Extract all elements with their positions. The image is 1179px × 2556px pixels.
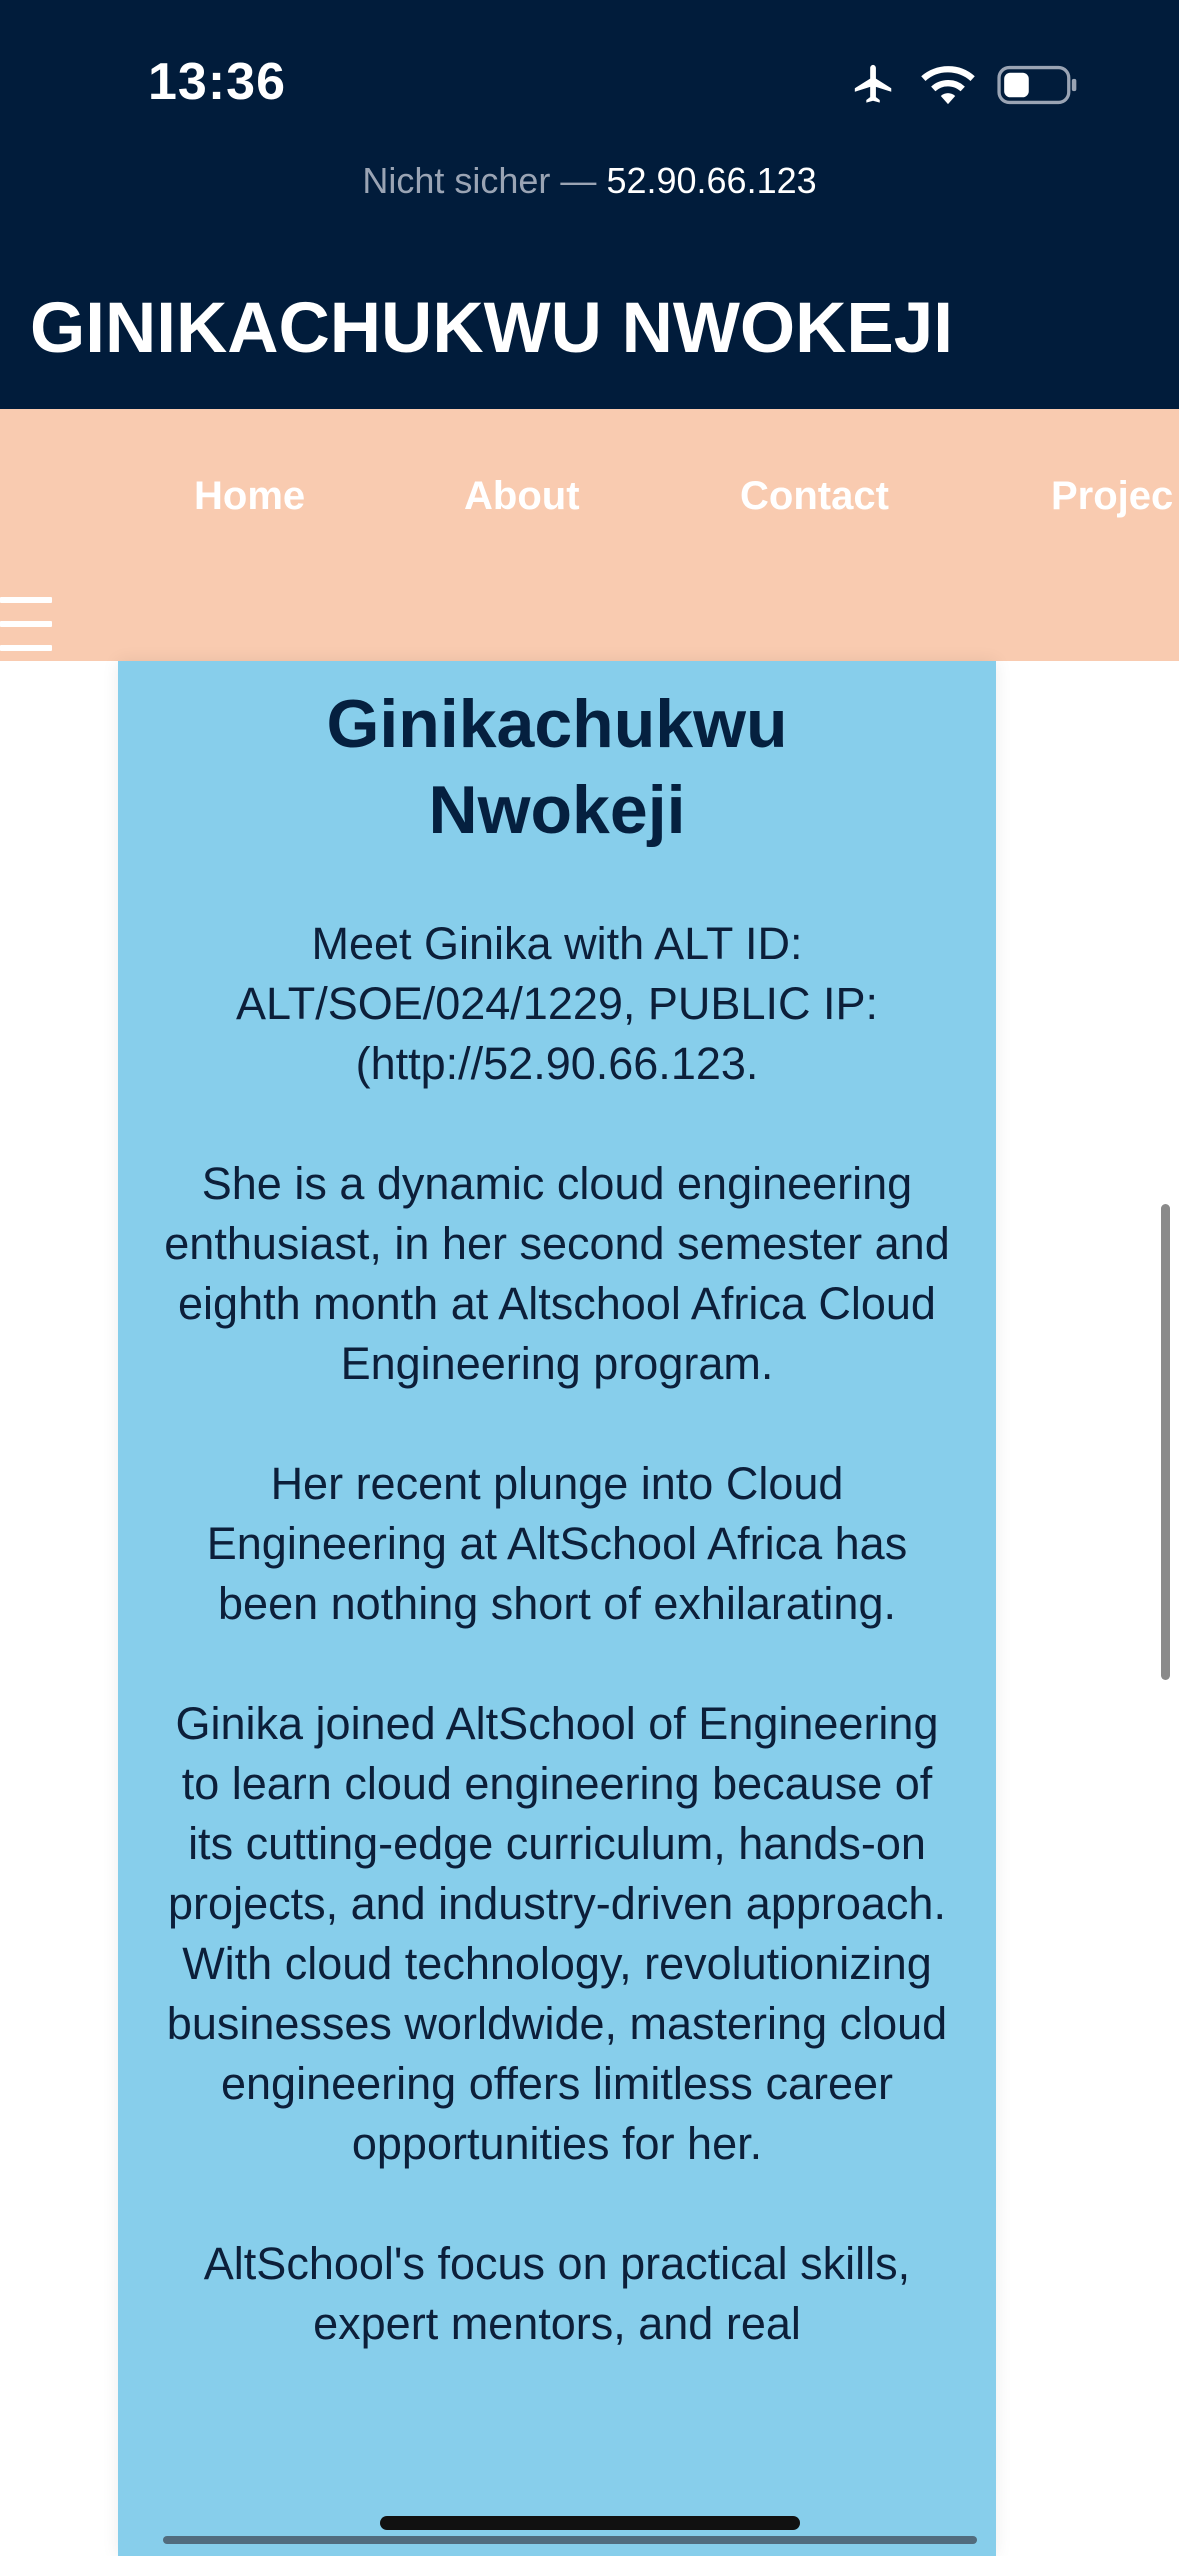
profile-heading-line1: Ginikachukwu	[326, 686, 788, 762]
url-host: 52.90.66.123	[606, 160, 817, 201]
wifi-icon	[921, 66, 975, 105]
paragraph-cloud-tech: With cloud technology, revolutionizing b…	[166, 1938, 948, 2169]
nav-bar: Home About Contact Projec	[0, 409, 1179, 661]
nav-link-home[interactable]: Home	[194, 474, 305, 519]
url-bar[interactable]: Nicht sicher — 52.90.66.123	[0, 160, 1179, 202]
nav-link-contact[interactable]: Contact	[740, 474, 889, 519]
paragraph-enthusiast: She is a dynamic cloud engineering enthu…	[164, 1158, 950, 1389]
paragraph-intro: Meet Ginika with ALT ID: ALT/SOE/024/122…	[236, 918, 878, 1089]
security-label: Nicht sicher —	[362, 160, 597, 201]
airplane-icon	[854, 64, 892, 103]
battery-icon	[997, 65, 1077, 105]
browser-toolbar-edge	[163, 2536, 977, 2544]
profile-body: Meet Ginika with ALT ID: ALT/SOE/024/122…	[158, 914, 956, 2354]
profile-card: Ginikachukwu Nwokeji Meet Ginika with AL…	[118, 661, 996, 2556]
phone-screen: 13:36 Nicht sicher — 52.90.66.123 GINIKA…	[0, 0, 1179, 2556]
home-indicator[interactable]	[380, 2516, 800, 2530]
profile-heading: Ginikachukwu Nwokeji	[118, 681, 996, 853]
hamburger-icon[interactable]	[0, 597, 54, 653]
paragraph-joined: Ginika joined AltSchool of Engineering t…	[168, 1698, 946, 1929]
status-time: 13:36	[148, 53, 286, 111]
status-icons	[849, 60, 1079, 110]
paragraph-plunge: Her recent plunge into Cloud Engineering…	[206, 1458, 908, 1629]
site-title: GINIKACHUKWU NWOKEJI	[30, 289, 953, 368]
scrollbar[interactable]	[1161, 1204, 1170, 1680]
profile-heading-line2: Nwokeji	[428, 772, 686, 848]
nav-link-projects[interactable]: Projec	[1051, 474, 1173, 519]
nav-link-about[interactable]: About	[464, 474, 580, 519]
paragraph-focus: AltSchool's focus on practical skills, e…	[203, 2238, 911, 2349]
page-header: 13:36 Nicht sicher — 52.90.66.123 GINIKA…	[0, 0, 1179, 409]
